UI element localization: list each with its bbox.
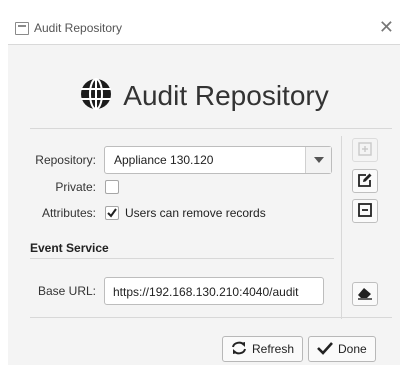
remove-button[interactable] xyxy=(352,199,378,223)
background-fragment xyxy=(0,0,400,12)
base-url-label: Base URL: xyxy=(37,284,96,298)
done-button[interactable]: Done xyxy=(308,336,376,362)
chevron-down-icon[interactable] xyxy=(305,147,331,173)
eraser-icon xyxy=(357,286,373,303)
page-title: Audit Repository xyxy=(123,79,329,111)
section-divider xyxy=(30,258,334,259)
side-divider xyxy=(341,136,342,319)
title-bar: Audit Repository ✕ xyxy=(8,13,400,45)
edit-icon xyxy=(357,172,373,191)
add-button[interactable] xyxy=(352,138,378,162)
attributes-option-label: Users can remove records xyxy=(125,206,266,220)
refresh-label: Refresh xyxy=(252,342,295,356)
private-label: Private: xyxy=(55,180,96,194)
globe-icon xyxy=(79,77,113,114)
footer-divider xyxy=(30,317,392,318)
minus-square-icon xyxy=(358,202,372,220)
private-checkbox[interactable] xyxy=(105,180,119,194)
repository-select[interactable]: Appliance 130.120 xyxy=(104,146,332,174)
edit-button[interactable] xyxy=(352,169,378,193)
plus-square-icon xyxy=(358,141,372,159)
checkmark-icon xyxy=(107,208,117,218)
checkmark-icon xyxy=(317,341,333,358)
close-icon[interactable]: ✕ xyxy=(379,17,394,37)
repository-label: Repository: xyxy=(35,153,96,167)
done-label: Done xyxy=(338,342,367,356)
refresh-icon xyxy=(231,341,247,358)
clear-button[interactable] xyxy=(352,282,378,306)
window-icon xyxy=(15,22,29,35)
repository-value: Appliance 130.120 xyxy=(114,153,214,167)
header-divider xyxy=(30,128,392,129)
window-title: Audit Repository xyxy=(34,21,123,35)
attributes-checkbox[interactable] xyxy=(105,206,119,220)
attributes-label: Attributes: xyxy=(41,206,96,220)
audit-repository-dialog: Audit Repository ✕ Audit Repository Repo… xyxy=(8,13,400,365)
base-url-field[interactable]: https://192.168.130.210:4040/audit xyxy=(104,277,324,305)
refresh-button[interactable]: Refresh xyxy=(222,336,304,362)
dialog-heading: Audit Repository xyxy=(8,77,400,117)
event-service-title: Event Service xyxy=(30,241,109,255)
